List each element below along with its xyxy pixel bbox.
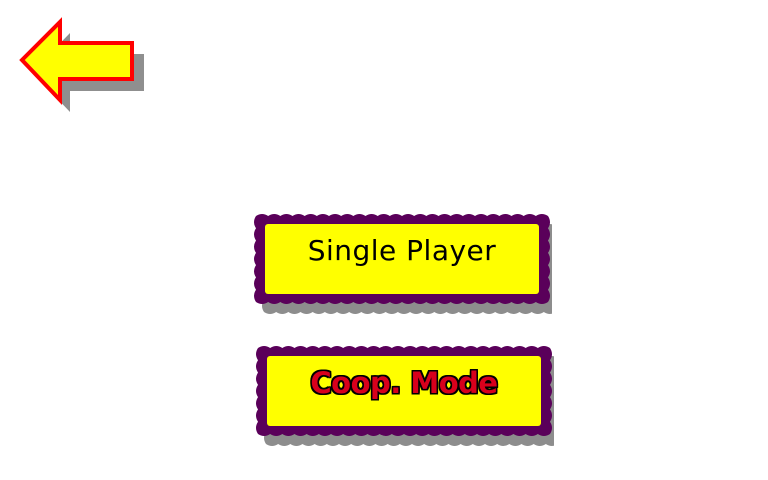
coop-mode-button[interactable]: Coop. Mode: [254, 344, 554, 446]
left-arrow-icon: [19, 17, 144, 112]
single-player-button-frame: [254, 214, 552, 314]
back-button[interactable]: [14, 16, 144, 114]
game-mode-screen: Single Player Coop. Mode: [0, 0, 768, 480]
single-player-button[interactable]: Single Player: [252, 212, 552, 314]
coop-mode-label: Coop. Mode: [310, 366, 498, 400]
single-player-label: Single Player: [307, 234, 497, 267]
